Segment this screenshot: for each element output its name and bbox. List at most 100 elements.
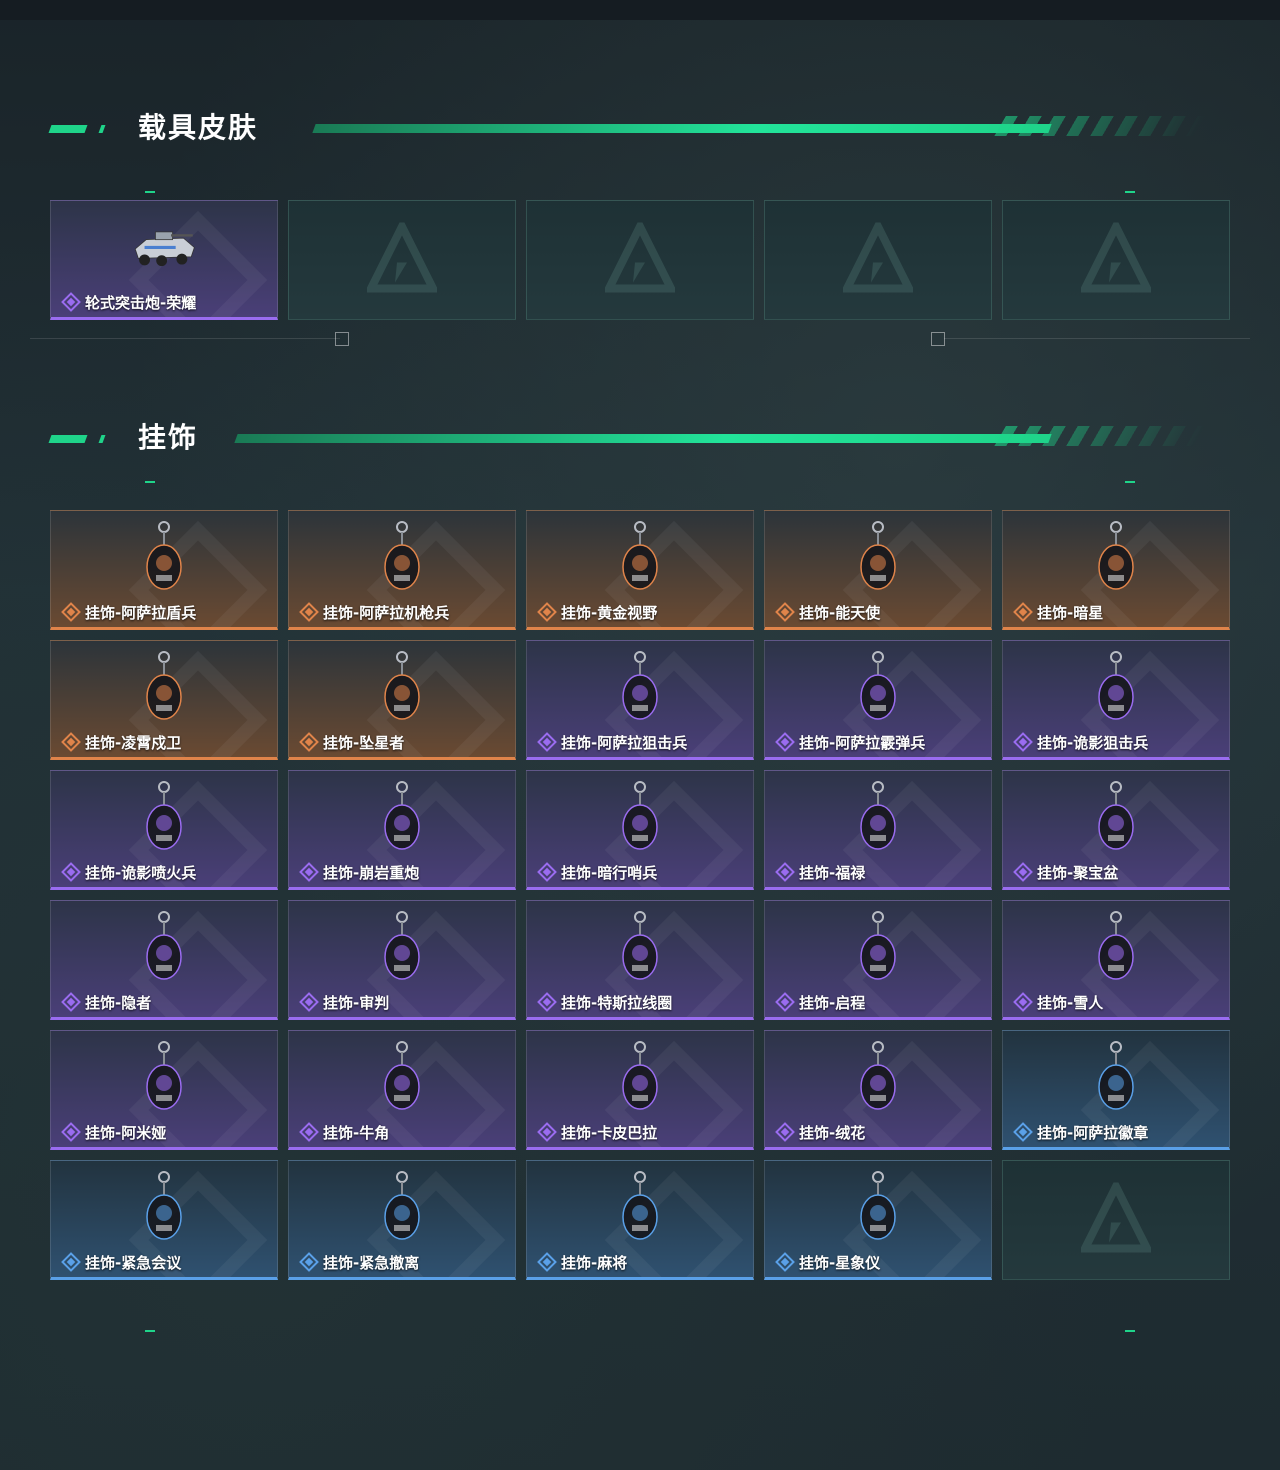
item-card[interactable]: 挂饰-星象仪 — [764, 1160, 992, 1280]
rarity-diamond-icon — [775, 732, 795, 752]
item-card[interactable]: 挂饰-崩岩重炮 — [288, 770, 516, 890]
item-card[interactable]: 挂饰-阿萨拉徽章 — [1002, 1030, 1230, 1150]
rarity-diamond-icon — [775, 602, 795, 622]
sentinel-charm-icon — [605, 779, 675, 859]
item-label-row: 轮式突击炮-荣耀 — [61, 291, 196, 313]
placeholder-logo-icon — [1078, 217, 1154, 298]
header-checker-pattern — [994, 426, 1206, 446]
item-label-row: 挂饰-启程 — [775, 991, 865, 1013]
item-label-row: 挂饰-阿萨拉盾兵 — [61, 601, 196, 623]
item-card[interactable]: 挂饰-聚宝盆 — [1002, 770, 1230, 890]
rarity-diamond-icon — [299, 602, 319, 622]
item-card[interactable]: 挂饰-暗行哨兵 — [526, 770, 754, 890]
item-name: 挂饰-阿萨拉机枪兵 — [323, 603, 450, 622]
rarity-diamond-icon — [61, 1252, 81, 1272]
sky-guard-charm-icon — [129, 649, 199, 729]
item-card[interactable]: 轮式突击炮-荣耀 — [50, 200, 278, 320]
item-label-row: 挂饰-崩岩重炮 — [299, 861, 419, 883]
item-card[interactable]: 挂饰-阿萨拉霰弹兵 — [764, 640, 992, 760]
item-card[interactable]: 挂饰-麻将 — [526, 1160, 754, 1280]
item-name: 挂饰-审判 — [323, 993, 390, 1012]
corner-tick — [1125, 1330, 1135, 1332]
item-name: 挂饰-紧急撤离 — [323, 1253, 420, 1272]
item-card[interactable]: 挂饰-牛角 — [288, 1030, 516, 1150]
capybara-charm-icon — [605, 1039, 675, 1119]
rarity-diamond-icon — [61, 862, 81, 882]
section-header-vehicle-skins: 载具皮肤 — [48, 108, 1210, 148]
timeline-marker — [931, 332, 945, 346]
item-card[interactable]: 挂饰-能天使 — [764, 510, 992, 630]
rarity-diamond-icon — [61, 602, 81, 622]
item-card[interactable]: 挂饰-黄金视野 — [526, 510, 754, 630]
gourd-charm-icon — [843, 779, 913, 859]
machinegunner-charm-icon — [367, 519, 437, 599]
shield-soldier-charm-icon — [129, 519, 199, 599]
item-name: 挂饰-坠星者 — [323, 733, 405, 752]
amiya-charm-icon — [129, 1039, 199, 1119]
item-name: 挂饰-隐者 — [85, 993, 152, 1012]
item-label-row: 挂饰-特斯拉线圈 — [537, 991, 672, 1013]
hermit-card-charm-icon — [129, 909, 199, 989]
item-card[interactable]: 挂饰-坠星者 — [288, 640, 516, 760]
item-name: 挂饰-暗星 — [1037, 603, 1104, 622]
corner-tick — [145, 191, 155, 193]
item-card[interactable]: 挂饰-阿萨拉盾兵 — [50, 510, 278, 630]
section-title: 载具皮肤 — [138, 111, 259, 144]
item-card[interactable]: 挂饰-暗星 — [1002, 510, 1230, 630]
placeholder-logo-icon — [1078, 1177, 1154, 1258]
item-card[interactable]: 挂饰-紧急会议 — [50, 1160, 278, 1280]
section-title: 挂饰 — [138, 421, 199, 454]
item-label-row: 挂饰-阿萨拉狙击兵 — [537, 731, 687, 753]
flamethrower-charm-icon — [129, 779, 199, 859]
rarity-diamond-icon — [61, 732, 81, 752]
emergency-evac-charm-icon — [367, 1169, 437, 1249]
item-card[interactable]: 挂饰-隐者 — [50, 900, 278, 1020]
item-name: 挂饰-雪人 — [1037, 993, 1104, 1012]
tesla-coil-charm-icon — [605, 909, 675, 989]
rarity-diamond-icon — [1013, 732, 1033, 752]
rarity-diamond-icon — [1013, 862, 1033, 882]
rarity-diamond-icon — [299, 992, 319, 1012]
velvet-flower-charm-icon — [843, 1039, 913, 1119]
armored-vehicle-icon — [129, 209, 199, 289]
item-name: 挂饰-阿米娅 — [85, 1123, 167, 1142]
item-label-row: 挂饰-暗星 — [1013, 601, 1103, 623]
item-card[interactable]: 挂饰-启程 — [764, 900, 992, 1020]
judgement-card-charm-icon — [367, 909, 437, 989]
item-name: 挂饰-启程 — [799, 993, 866, 1012]
item-card[interactable]: 挂饰-阿萨拉狙击兵 — [526, 640, 754, 760]
section-header-charms: 挂饰 — [48, 418, 1210, 458]
item-card[interactable]: 挂饰-特斯拉线圈 — [526, 900, 754, 1020]
item-card[interactable]: 挂饰-诡影喷火兵 — [50, 770, 278, 890]
item-card[interactable]: 挂饰-紧急撤离 — [288, 1160, 516, 1280]
item-name: 挂饰-诡影狙击兵 — [1037, 733, 1149, 752]
item-card[interactable]: 挂饰-阿萨拉机枪兵 — [288, 510, 516, 630]
rarity-diamond-icon — [1013, 602, 1033, 622]
item-card[interactable]: 挂饰-福禄 — [764, 770, 992, 890]
rarity-diamond-icon — [537, 992, 557, 1012]
item-card[interactable]: 挂饰-审判 — [288, 900, 516, 1020]
item-card[interactable]: 挂饰-阿米娅 — [50, 1030, 278, 1150]
item-label-row: 挂饰-星象仪 — [775, 1251, 880, 1273]
item-card[interactable]: 挂饰-卡皮巴拉 — [526, 1030, 754, 1150]
rarity-diamond-icon — [775, 1252, 795, 1272]
item-card[interactable]: 挂饰-诡影狙击兵 — [1002, 640, 1230, 760]
item-card[interactable]: 挂饰-雪人 — [1002, 900, 1230, 1020]
item-name: 挂饰-绒花 — [799, 1123, 866, 1142]
corner-tick — [1125, 481, 1135, 483]
item-name: 挂饰-紧急会议 — [85, 1253, 182, 1272]
empty-slot-card — [1002, 1160, 1230, 1280]
item-card[interactable]: 挂饰-凌霄戍卫 — [50, 640, 278, 760]
item-label-row: 挂饰-紧急撤离 — [299, 1251, 419, 1273]
header-accent-dash — [48, 435, 88, 443]
snowman-charm-icon — [1081, 909, 1151, 989]
item-label-row: 挂饰-诡影狙击兵 — [1013, 731, 1148, 753]
item-label-row: 挂饰-凌霄戍卫 — [61, 731, 181, 753]
rarity-diamond-icon — [775, 862, 795, 882]
item-card[interactable]: 挂饰-绒花 — [764, 1030, 992, 1150]
item-name: 轮式突击炮-荣耀 — [85, 293, 197, 312]
item-name: 挂饰-暗行哨兵 — [561, 863, 658, 882]
item-label-row: 挂饰-绒花 — [775, 1121, 865, 1143]
item-name: 挂饰-阿萨拉盾兵 — [85, 603, 197, 622]
item-name: 挂饰-卡皮巴拉 — [561, 1123, 658, 1142]
